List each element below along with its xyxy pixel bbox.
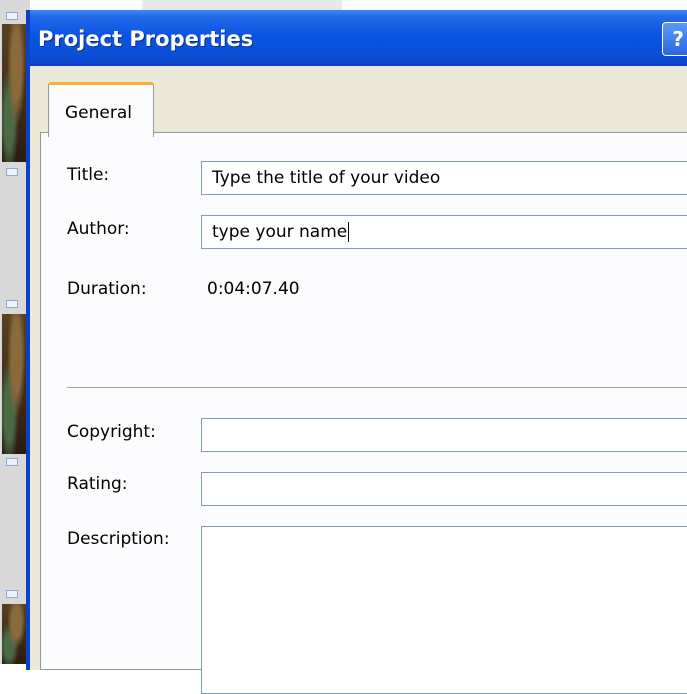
film-marker	[6, 168, 18, 176]
text-caret	[348, 222, 350, 242]
film-thumbnail	[2, 314, 26, 454]
film-marker	[6, 12, 18, 20]
film-marker	[6, 300, 18, 308]
tab-general[interactable]: General	[48, 82, 154, 137]
section-divider	[67, 387, 687, 389]
author-input-value: type your name	[212, 222, 348, 242]
general-panel: Title: Type the title of your video Auth…	[40, 132, 687, 694]
copyright-input[interactable]	[201, 418, 687, 452]
rating-label: Rating:	[67, 474, 128, 494]
duration-value: 0:04:07.40	[207, 279, 300, 299]
description-label: Description:	[67, 529, 170, 549]
help-button[interactable]: ?	[662, 22, 687, 56]
film-marker	[6, 590, 18, 598]
author-label: Author:	[67, 219, 130, 239]
description-textarea[interactable]	[201, 526, 687, 694]
title-input-value: Type the title of your video	[212, 168, 441, 188]
title-input[interactable]: Type the title of your video	[201, 161, 687, 195]
dialog-title: Project Properties	[38, 27, 254, 51]
duration-label: Duration:	[67, 279, 147, 299]
background-window-edge	[142, 0, 342, 10]
tab-area: Title: Type the title of your video Auth…	[30, 66, 687, 694]
film-marker	[6, 458, 18, 466]
dialog-titlebar[interactable]: Project Properties ?	[30, 10, 687, 66]
project-properties-dialog: Project Properties ? Title: Type the tit…	[26, 10, 687, 694]
film-thumbnail	[2, 24, 26, 162]
help-icon: ?	[672, 27, 684, 51]
title-label: Title:	[67, 165, 110, 185]
tab-general-label: General	[65, 103, 132, 123]
author-input[interactable]: type your name	[201, 215, 687, 249]
rating-input[interactable]	[201, 472, 687, 506]
copyright-label: Copyright:	[67, 422, 156, 442]
film-thumbnail	[2, 604, 26, 664]
